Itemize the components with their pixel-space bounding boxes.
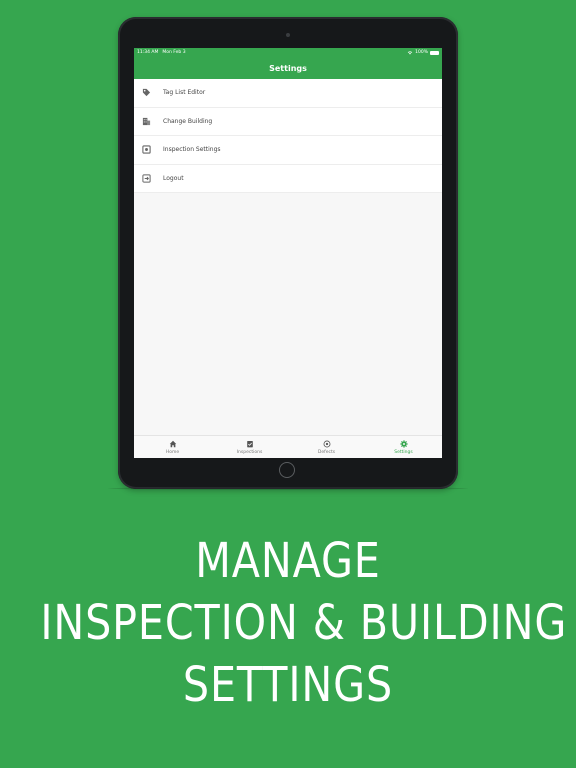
status-date: Mon Feb 3 xyxy=(162,50,186,55)
camera-dot xyxy=(286,33,290,37)
settings-item-inspection-settings[interactable]: Inspection Settings xyxy=(134,136,442,165)
tab-bar: Home Inspections Defects Settings xyxy=(134,435,442,458)
settings-item-label: Logout xyxy=(163,174,184,182)
tab-label: Settings xyxy=(394,449,413,455)
tablet-device: 11:34 AM Mon Feb 3 100% Settings Tag Lis… xyxy=(118,17,458,489)
headline-line: MANAGE xyxy=(195,533,381,589)
battery-icon xyxy=(430,50,439,55)
settings-item-logout[interactable]: Logout xyxy=(134,165,442,193)
tag-icon xyxy=(140,87,152,99)
settings-item-change-building[interactable]: Change Building xyxy=(134,108,442,136)
settings-item-tag-list-editor[interactable]: Tag List Editor xyxy=(134,79,442,108)
nav-bar: Settings xyxy=(134,57,442,79)
home-button[interactable] xyxy=(279,462,295,478)
defects-icon xyxy=(323,440,331,449)
tab-label: Home xyxy=(165,449,180,455)
promo-headline: MANAGE INSPECTION & BUILDING SETTINGS xyxy=(40,530,568,716)
settings-list: Tag List Editor Change Building Inspecti… xyxy=(134,79,442,193)
tab-defects[interactable]: Defects xyxy=(288,436,365,458)
tab-settings[interactable]: Settings xyxy=(365,436,442,458)
settings-item-label: Change Building xyxy=(163,117,213,125)
gear-icon xyxy=(399,440,408,449)
tab-home[interactable]: Home xyxy=(134,436,211,458)
headline-line: INSPECTION & BUILDING xyxy=(40,595,568,651)
status-bar: 11:34 AM Mon Feb 3 100% xyxy=(134,48,442,57)
clipboard-check-icon xyxy=(246,440,254,449)
settings-item-label: Tag List Editor xyxy=(163,89,206,97)
building-icon xyxy=(140,115,152,127)
tab-inspections[interactable]: Inspections xyxy=(211,436,288,458)
tab-label: Defects xyxy=(317,449,336,455)
settings-item-label: Inspection Settings xyxy=(163,146,221,154)
logout-icon xyxy=(140,172,152,184)
home-icon xyxy=(169,440,177,449)
wifi-icon xyxy=(407,51,413,55)
page-title: Settings xyxy=(269,63,307,73)
inspection-settings-icon xyxy=(140,144,152,156)
device-shadow xyxy=(108,487,468,490)
app-screen: 11:34 AM Mon Feb 3 100% Settings Tag Lis… xyxy=(134,48,442,458)
headline-line: SETTINGS xyxy=(182,657,394,713)
battery-percent: 100% xyxy=(415,50,428,55)
status-time: 11:34 AM xyxy=(137,50,159,55)
tab-label: Inspections xyxy=(236,449,263,455)
